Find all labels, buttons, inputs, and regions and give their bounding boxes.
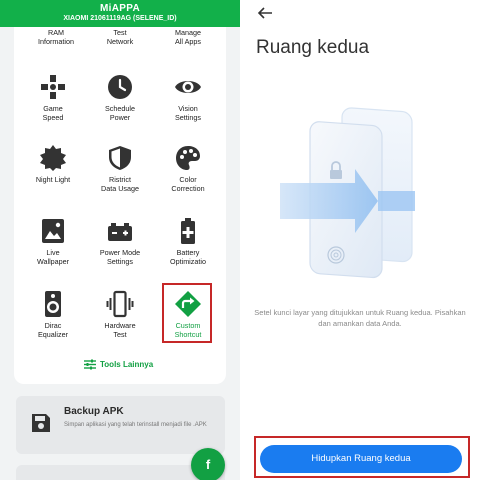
eye-icon: [175, 81, 201, 93]
tile-vision-settings[interactable]: Vision Settings: [154, 73, 222, 122]
tile-power-mode-settings[interactable]: Power Mode Settings: [86, 217, 154, 266]
tile-test-network[interactable]: Test Network: [86, 28, 154, 46]
tile-label-2: Power: [109, 112, 131, 122]
facebook-fab[interactable]: f: [191, 448, 225, 480]
tools-card: RAM Information Test Network Manage All …: [14, 27, 226, 384]
backup-apk-title: Backup APK: [64, 406, 124, 417]
backup-apk-card[interactable]: Backup APK Simpan aplikasi yang telah te…: [16, 396, 225, 454]
image-icon: [42, 219, 64, 243]
tile-label: Schedule Power: [86, 104, 154, 122]
tile-label: Live Wallpaper: [19, 248, 87, 266]
battery-car-icon: [108, 223, 132, 241]
sliders-icon: [84, 359, 96, 369]
clock-icon: [108, 75, 132, 99]
tile-ristrict-data-usage[interactable]: Ristrict Data Usage: [86, 144, 154, 193]
tile-label: Battery Optimizatio: [154, 248, 222, 266]
miappa-panel: MiAPPA XIAOMI 21061119AG (SELENE_ID) RAM…: [0, 0, 240, 480]
highlight-box: [162, 283, 212, 343]
save-icon: [32, 414, 50, 432]
tile-schedule-power[interactable]: Schedule Power: [86, 73, 154, 122]
tile-label-2: Speed: [42, 112, 64, 122]
tile-label-2: Network: [106, 36, 134, 46]
device-name: XIAOMI 21061119AG (SELENE_ID): [63, 15, 177, 22]
tile-label: Hardware Test: [86, 321, 154, 339]
tile-live-wallpaper[interactable]: Live Wallpaper: [19, 217, 87, 266]
tile-night-light[interactable]: Night Light: [19, 144, 87, 185]
app-title: MiAPPA: [100, 3, 140, 14]
tile-battery-optimization[interactable]: Battery Optimizatio: [154, 217, 222, 266]
tile-label-2: Equalizer: [38, 329, 68, 339]
tile-label: Color Correction: [154, 175, 222, 193]
tile-label: Power Mode Settings: [86, 248, 154, 266]
tile-label-2: Settings: [175, 112, 201, 122]
night-light-icon: [40, 145, 66, 171]
tile-label-2: All Apps: [175, 36, 201, 46]
tile-dirac-equalizer[interactable]: Dirac Equalizer: [19, 290, 87, 339]
tile-game-speed[interactable]: Game Speed: [19, 73, 87, 122]
tile-label-2: Data Usage: [101, 183, 139, 193]
palette-icon: [176, 146, 200, 170]
back-arrow-icon[interactable]: [256, 5, 274, 21]
vibrate-icon: [106, 290, 134, 318]
gamepad-icon: [41, 75, 65, 99]
tile-label-2: Correction: [171, 183, 205, 193]
tile-label: Ristrict Data Usage: [86, 175, 154, 193]
page-title: Ruang kedua: [256, 37, 370, 58]
screen: MiAPPA XIAOMI 21061119AG (SELENE_ID) RAM…: [0, 0, 480, 480]
tile-label-2: Settings: [107, 256, 133, 266]
tile-color-correction[interactable]: Color Correction: [154, 144, 222, 193]
shield-icon: [109, 146, 131, 170]
tile-label-1: Night Light: [35, 175, 71, 184]
tile-label: Vision Settings: [154, 104, 222, 122]
tile-hardware-test[interactable]: Hardware Test: [86, 290, 154, 339]
battery-plus-icon: [181, 218, 195, 244]
tools-lainnya-label: Tools Lainnya: [100, 359, 154, 369]
tile-label-2: Optimizatio: [170, 256, 206, 266]
tile-label-2: Wallpaper: [36, 256, 70, 266]
tile-ram-information[interactable]: RAM Information: [22, 28, 90, 46]
backup-apk-description: Simpan aplikasi yang telah terinstall me…: [64, 422, 207, 428]
speaker-icon: [45, 291, 61, 317]
second-space-illustration: [280, 107, 415, 279]
ruang-kedua-panel: Ruang kedua Setel kunci layar yang dituj…: [240, 0, 480, 480]
app-header: MiAPPA XIAOMI 21061119AG (SELENE_ID): [0, 0, 240, 27]
tile-label-2: Information: [38, 36, 74, 46]
tile-label-2: Test: [113, 329, 127, 339]
tile-label: Dirac Equalizer: [19, 321, 87, 339]
description-text: Setel kunci layar yang ditujukkan untuk …: [254, 308, 466, 328]
tools-lainnya-button[interactable]: Tools Lainnya: [84, 358, 153, 370]
tile-label: Game Speed: [19, 104, 87, 122]
tile-manage-all-apps[interactable]: Manage All Apps: [154, 28, 222, 46]
tile-label: Night Light: [19, 175, 87, 185]
highlight-box: [254, 436, 470, 478]
